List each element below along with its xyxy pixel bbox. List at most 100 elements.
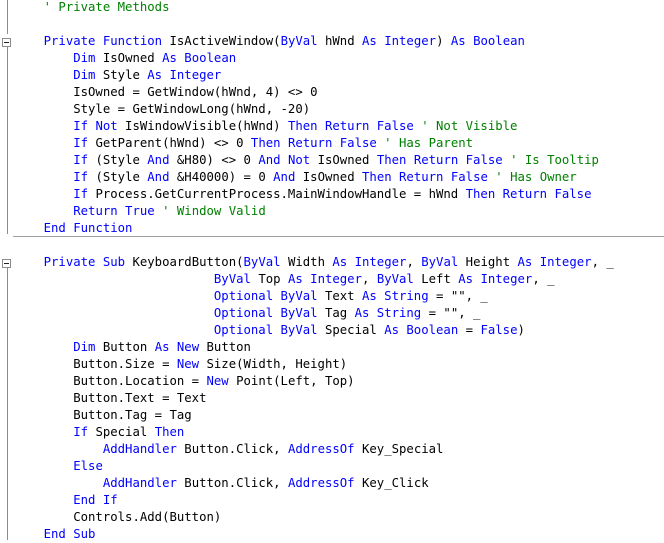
- comment: ' Is Tooltip: [502, 153, 599, 167]
- code-line: End Function: [14, 220, 133, 237]
- keyword: As Boolean: [384, 323, 459, 337]
- code-text: Width: [280, 255, 333, 269]
- outline-guide: [7, 268, 8, 540]
- code-text: Button.Size =: [14, 357, 177, 371]
- code-line: If (Style And &H40000) = 0 And IsOwned T…: [14, 169, 576, 186]
- keyword: As New: [154, 340, 200, 354]
- code-text: GetParent(hWnd) <> 0: [88, 136, 251, 150]
- code-text: hWnd: [317, 34, 363, 48]
- keyword: Then Return False: [362, 170, 488, 184]
- code-text: = "", _: [421, 306, 481, 320]
- keyword: And Not: [258, 153, 311, 167]
- code-line: Else: [14, 458, 103, 475]
- keyword: As Integer: [147, 68, 222, 82]
- code-text: Height: [458, 255, 518, 269]
- code-line: If (Style And &H80) <> 0 And Not IsOwned…: [14, 152, 599, 169]
- code-text: ): [436, 34, 451, 48]
- code-text: Button: [199, 340, 251, 354]
- code-text: Special: [317, 323, 385, 337]
- code-line: Optional ByVal Special As Boolean = Fals…: [14, 322, 525, 339]
- keyword: If: [73, 425, 89, 439]
- keyword: Optional ByVal: [213, 306, 318, 320]
- code-line: Dim IsOwned As Boolean: [14, 50, 236, 67]
- keyword: As String: [361, 289, 429, 303]
- comment: ' Has Parent: [376, 136, 474, 150]
- keyword: As Integer: [458, 272, 533, 286]
- code-text: (Style: [88, 153, 148, 167]
- code-line: Dim Style As Integer: [14, 67, 221, 84]
- code-line: Style = GetWindowLong(hWnd, -20): [14, 101, 310, 118]
- code-text: , _: [591, 255, 614, 269]
- code-text: Controls.Add(Button): [14, 510, 222, 524]
- code-text: Size(Width, Height): [199, 357, 348, 371]
- code-text: IsOwned = GetWindow(hWnd, 4) <> 0: [14, 85, 318, 99]
- keyword: Then: [154, 425, 185, 439]
- code-text: &H40000) = 0: [169, 170, 274, 184]
- keyword: As String: [354, 306, 422, 320]
- keyword: Private Function: [43, 34, 163, 48]
- keyword: Dim: [73, 340, 96, 354]
- keyword: AddressOf: [287, 476, 355, 490]
- code-text: IsOwned: [95, 51, 163, 65]
- code-line: Dim Button As New Button: [14, 339, 251, 356]
- code-line: If Process.GetCurrentProcess.MainWindowH…: [14, 186, 591, 203]
- code-text: &H80) <> 0: [169, 153, 259, 167]
- code-line: AddHandler Button.Click, AddressOf Key_S…: [14, 441, 444, 458]
- keyword: As Integer: [362, 34, 437, 48]
- keyword: ByVal: [376, 272, 414, 286]
- keyword: And: [147, 153, 170, 167]
- collapse-icon[interactable]: [2, 259, 11, 268]
- code-editor[interactable]: ' Private Methods Private Function IsAct…: [0, 0, 664, 542]
- code-text: Button.Tag = Tag: [14, 408, 192, 422]
- code-text: Button.Text = Text: [14, 391, 207, 405]
- code-text: Button: [95, 340, 155, 354]
- code-text: Left: [413, 272, 459, 286]
- keyword: End Function: [43, 221, 133, 235]
- code-text: Text: [317, 289, 362, 303]
- code-text: IsActiveWindow(: [162, 34, 281, 48]
- keyword: Then Return False: [376, 153, 503, 167]
- code-text: Key_Click: [354, 476, 429, 490]
- keyword: Private Sub: [43, 255, 126, 269]
- collapse-icon[interactable]: [2, 38, 11, 47]
- keyword: End Sub: [43, 527, 96, 541]
- code-line: Private Function IsActiveWindow(ByVal hW…: [14, 33, 525, 50]
- keyword: If: [73, 170, 89, 184]
- keyword: False: [480, 323, 518, 337]
- code-line: If Not IsWindowVisible(hWnd) Then Return…: [14, 118, 517, 135]
- code-text: (Style: [88, 170, 148, 184]
- code-text: ,: [362, 272, 377, 286]
- keyword: New: [176, 357, 200, 371]
- code-text: =: [458, 323, 481, 337]
- keyword: As Integer: [287, 272, 362, 286]
- code-line: AddHandler Button.Click, AddressOf Key_C…: [14, 475, 429, 492]
- keyword: Else: [73, 459, 103, 473]
- keyword: AddressOf: [287, 442, 355, 456]
- keyword: Dim: [73, 51, 96, 65]
- code-line: End If: [14, 492, 117, 509]
- keyword: New: [206, 374, 229, 388]
- keyword: Return True: [73, 204, 155, 218]
- code-text: Top: [250, 272, 288, 286]
- keyword: Optional ByVal: [213, 289, 318, 303]
- keyword: ByVal: [213, 272, 251, 286]
- code-line: Optional ByVal Tag As String = "", _: [14, 305, 481, 322]
- code-text: Key_Special: [354, 442, 444, 456]
- code-text: Button.Click,: [176, 476, 288, 490]
